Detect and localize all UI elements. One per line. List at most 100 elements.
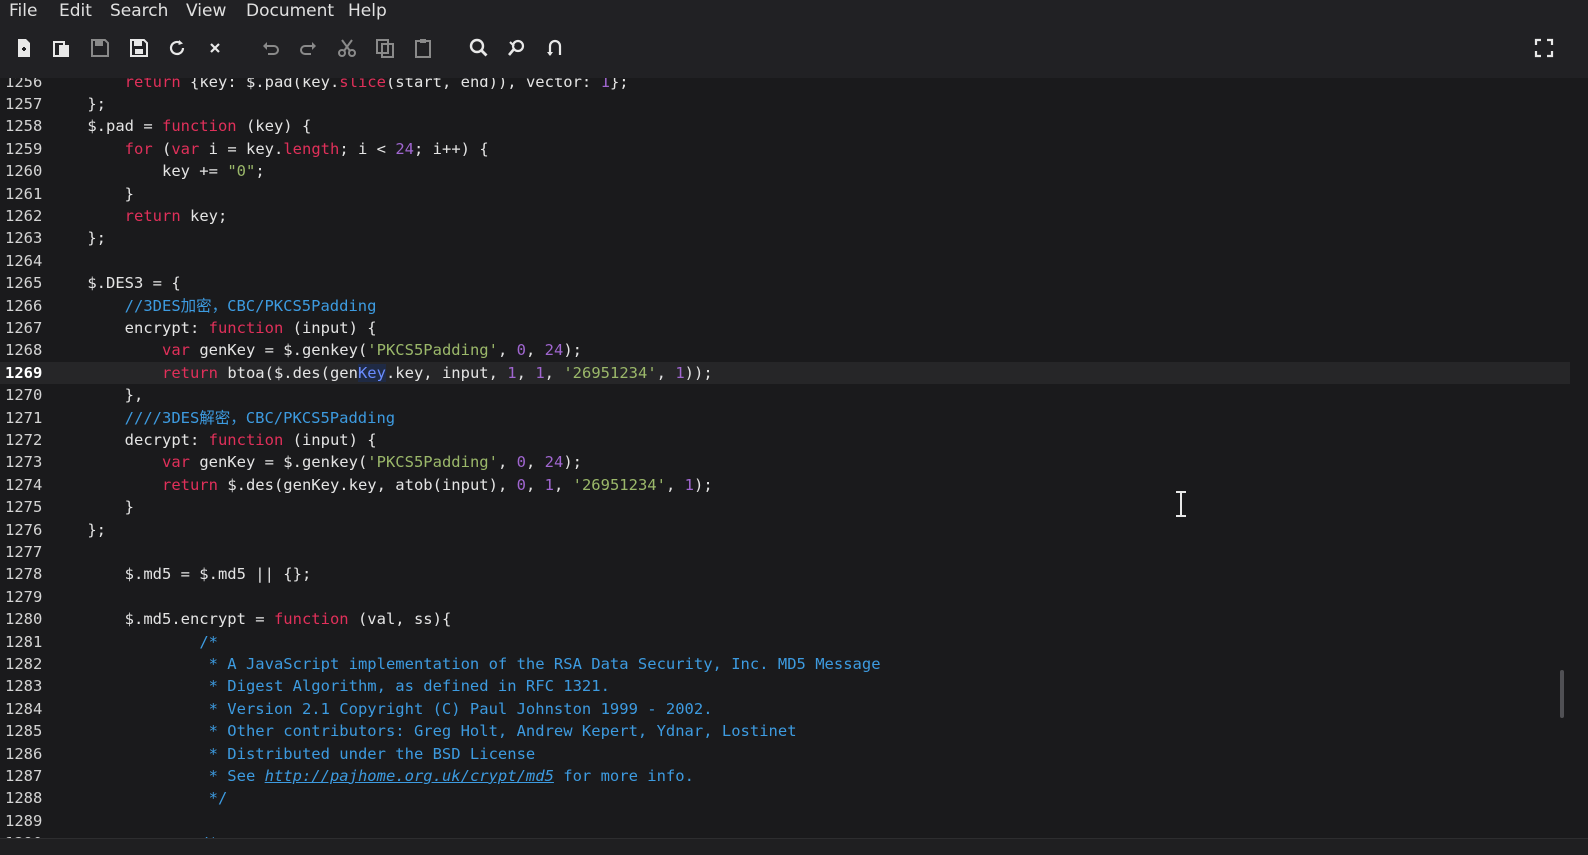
code-text: key += "0";	[50, 160, 265, 182]
fullscreen-icon[interactable]	[1533, 37, 1555, 59]
code-line[interactable]: 1267 encrypt: function (input) {	[0, 317, 1570, 339]
goto-icon[interactable]	[544, 37, 566, 59]
scrollbar-thumb[interactable]	[1560, 670, 1564, 718]
line-number: 1270	[5, 386, 43, 405]
code-line[interactable]: 1263 };	[0, 227, 1570, 249]
line-number: 1285	[5, 722, 43, 741]
menu-search[interactable]: Search	[110, 0, 168, 22]
code-token: ; i <	[339, 139, 396, 158]
code-token: '26951234'	[563, 363, 657, 382]
code-token: ,	[656, 363, 676, 382]
code-line[interactable]: 1265 $.DES3 = {	[0, 272, 1570, 294]
code-token: };	[609, 78, 629, 91]
code-line[interactable]: 1279	[0, 586, 1570, 608]
code-token: },	[50, 386, 144, 405]
cut-icon[interactable]	[336, 37, 358, 59]
code-line[interactable]: 1276 };	[0, 519, 1570, 541]
code-line[interactable]: 1256 return {key: $.pad(key.slice(start,…	[0, 78, 1570, 93]
menu-help[interactable]: Help	[348, 0, 387, 22]
code-token: );	[563, 341, 582, 360]
code-line[interactable]: 1270 },	[0, 384, 1570, 406]
code-line[interactable]: 1259 for (var i = key.length; i < 24; i+…	[0, 138, 1570, 160]
code-line[interactable]: 1274 return $.des(genKey.key, atob(input…	[0, 474, 1570, 496]
code-line[interactable]: 1269 return btoa($.des(genKey.key, input…	[0, 361, 1570, 385]
code-line[interactable]: 1268 var genKey = $.genkey('PKCS5Padding…	[0, 339, 1570, 361]
redo-icon[interactable]	[297, 37, 319, 59]
code-text: $.pad = function (key) {	[50, 115, 311, 137]
code-line[interactable]: 1283 * Digest Algorithm, as defined in R…	[0, 675, 1570, 697]
line-number: 1256	[5, 78, 43, 91]
open-file-icon[interactable]	[51, 37, 73, 59]
code-line[interactable]: 1286 * Distributed under the BSD License	[0, 743, 1570, 765]
vertical-scrollbar[interactable]	[1570, 78, 1588, 838]
code-line[interactable]: 1257 };	[0, 93, 1570, 115]
code-line[interactable]: 1272 decrypt: function (input) {	[0, 429, 1570, 451]
code-token: function	[273, 610, 349, 629]
code-line[interactable]: 1288 */	[0, 787, 1570, 809]
copy-icon[interactable]	[374, 37, 396, 59]
code-line[interactable]: 1282 * A JavaScript implementation of th…	[0, 653, 1570, 675]
code-line[interactable]: 1271 ////3DES解密，CBC/PKCS5Padding	[0, 407, 1570, 429]
code-line[interactable]: 1284 * Version 2.1 Copyright (C) Paul Jo…	[0, 698, 1570, 720]
code-editor[interactable]: 1256 return {key: $.pad(key.slice(start,…	[0, 78, 1570, 838]
code-token: //3DES加密，CBC/PKCS5Padding	[124, 296, 377, 315]
line-number: 1264	[5, 251, 43, 270]
save-all-icon[interactable]	[128, 37, 150, 59]
line-number: 1284	[5, 699, 43, 718]
menu-view[interactable]: View	[186, 0, 226, 22]
line-number: 1278	[5, 565, 43, 584]
code-token: (key) {	[236, 117, 312, 136]
code-line[interactable]: 1260 key += "0";	[0, 160, 1570, 182]
close-icon[interactable]	[204, 37, 226, 59]
code-line[interactable]: 1289	[0, 810, 1570, 832]
code-token: 0	[516, 453, 526, 472]
code-token: 0	[516, 475, 526, 494]
code-text: },	[50, 384, 144, 406]
code-text: return key;	[50, 205, 228, 227]
code-line[interactable]: 1261 }	[0, 183, 1570, 205]
line-number: 1276	[5, 520, 43, 539]
code-token: };	[50, 229, 106, 248]
code-line[interactable]: 1280 $.md5.encrypt = function (val, ss){	[0, 608, 1570, 630]
code-link[interactable]: http://pajhome.org.uk/crypt/md5	[265, 767, 554, 785]
code-line[interactable]: 1285 * Other contributors: Greg Holt, An…	[0, 720, 1570, 742]
line-number: 1281	[5, 632, 43, 651]
code-line[interactable]: 1277	[0, 541, 1570, 563]
paste-icon[interactable]	[412, 37, 434, 59]
code-line[interactable]: 1258 $.pad = function (key) {	[0, 115, 1570, 137]
code-token: };	[50, 94, 106, 113]
menu-document[interactable]: Document	[246, 0, 334, 22]
code-line[interactable]: 1278 $.md5 = $.md5 || {};	[0, 563, 1570, 585]
code-token: };	[50, 520, 106, 539]
code-line[interactable]: 1266 //3DES加密，CBC/PKCS5Padding	[0, 295, 1570, 317]
code-line[interactable]: 1287 * See http://pajhome.org.uk/crypt/m…	[0, 765, 1570, 787]
new-file-icon[interactable]	[13, 37, 35, 59]
save-icon[interactable]	[89, 37, 111, 59]
text-cursor-icon	[1173, 490, 1189, 518]
menu-file[interactable]: File	[9, 0, 37, 22]
code-line[interactable]: 1281 /*	[0, 631, 1570, 653]
code-token: ,	[525, 475, 545, 494]
code-token: ,	[497, 453, 517, 472]
code-token: ,	[497, 341, 517, 360]
code-line[interactable]: 1264	[0, 250, 1570, 272]
undo-icon[interactable]	[260, 37, 282, 59]
code-token: 24	[544, 453, 564, 472]
code-line[interactable]: 1262 return key;	[0, 205, 1570, 227]
code-token: ,	[665, 475, 685, 494]
code-line[interactable]: 1275 }	[0, 496, 1570, 518]
reload-icon[interactable]	[166, 37, 188, 59]
replace-icon[interactable]	[506, 37, 528, 59]
code-token: 24	[544, 341, 564, 360]
line-number: 1288	[5, 789, 43, 808]
menu-edit[interactable]: Edit	[59, 0, 92, 22]
code-token: function	[208, 318, 284, 337]
code-line[interactable]: 1273 var genKey = $.genkey('PKCS5Padding…	[0, 451, 1570, 473]
code-token: function	[208, 430, 284, 449]
code-token: 1	[507, 363, 517, 382]
horizontal-scrollbar[interactable]	[0, 838, 1588, 855]
search-icon[interactable]	[468, 37, 490, 59]
code-token: return	[161, 363, 218, 382]
